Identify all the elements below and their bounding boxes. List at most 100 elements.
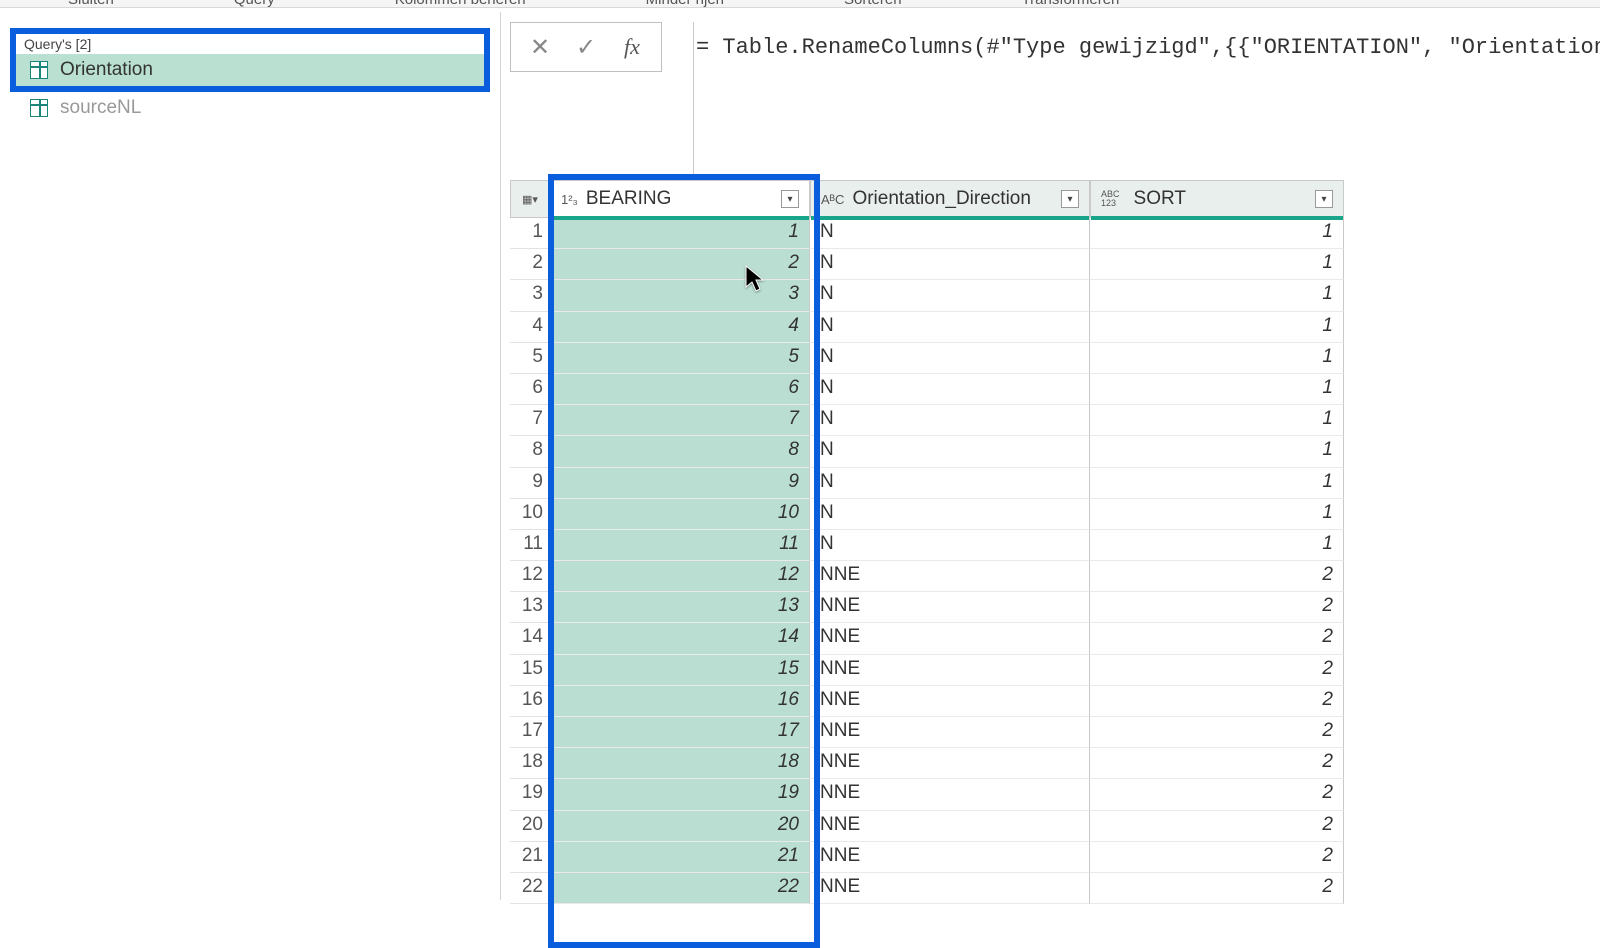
cell-bearing[interactable]: 15 (550, 655, 810, 686)
formula-text[interactable]: = Table.RenameColumns(#"Type gewijzigd",… (676, 35, 1600, 60)
cell-sort[interactable]: 1 (1090, 312, 1344, 343)
cell-orientation[interactable]: NNE (810, 842, 1090, 873)
cell-sort[interactable]: 2 (1090, 717, 1344, 748)
filter-dropdown-icon[interactable]: ▾ (781, 190, 799, 208)
cell-bearing[interactable]: 14 (550, 623, 810, 654)
cell-sort[interactable]: 2 (1090, 561, 1344, 592)
cell-orientation[interactable]: N (810, 343, 1090, 374)
cell-bearing[interactable]: 20 (550, 811, 810, 842)
cell-orientation[interactable]: N (810, 499, 1090, 530)
cell-sort[interactable]: 2 (1090, 655, 1344, 686)
cell-sort[interactable]: 1 (1090, 468, 1344, 499)
query-item-sourcenl[interactable]: sourceNL (10, 92, 490, 124)
table-row[interactable]: 11N1 (510, 218, 1596, 249)
table-row[interactable]: 22N1 (510, 249, 1596, 280)
table-row[interactable]: 1111N1 (510, 530, 1596, 561)
cell-sort[interactable]: 1 (1090, 218, 1344, 249)
cell-orientation[interactable]: NNE (810, 592, 1090, 623)
cell-sort[interactable]: 1 (1090, 280, 1344, 311)
cell-bearing[interactable]: 12 (550, 561, 810, 592)
table-row[interactable]: 77N1 (510, 405, 1596, 436)
cell-sort[interactable]: 1 (1090, 436, 1344, 467)
cell-orientation[interactable]: N (810, 405, 1090, 436)
cell-sort[interactable]: 2 (1090, 779, 1344, 810)
table-row[interactable]: 2020NNE2 (510, 811, 1596, 842)
table-row[interactable]: 33N1 (510, 280, 1596, 311)
cell-bearing[interactable]: 17 (550, 717, 810, 748)
table-row[interactable]: 1717NNE2 (510, 717, 1596, 748)
table-row[interactable]: 1919NNE2 (510, 779, 1596, 810)
cell-bearing[interactable]: 3 (550, 280, 810, 311)
cell-bearing[interactable]: 1 (550, 218, 810, 249)
cell-bearing[interactable]: 16 (550, 686, 810, 717)
cell-orientation[interactable]: N (810, 218, 1090, 249)
row-number-header[interactable]: ▦▾ (510, 180, 550, 218)
table-row[interactable]: 44N1 (510, 312, 1596, 343)
cell-bearing[interactable]: 8 (550, 436, 810, 467)
cell-orientation[interactable]: NNE (810, 748, 1090, 779)
cancel-formula-button[interactable]: ✕ (517, 26, 563, 68)
table-row[interactable]: 1818NNE2 (510, 748, 1596, 779)
cell-sort[interactable]: 2 (1090, 748, 1344, 779)
cell-sort[interactable]: 1 (1090, 405, 1344, 436)
cell-sort[interactable]: 2 (1090, 623, 1344, 654)
cell-bearing[interactable]: 9 (550, 468, 810, 499)
table-row[interactable]: 1010N1 (510, 499, 1596, 530)
filter-dropdown-icon[interactable]: ▾ (1061, 190, 1079, 208)
cell-orientation[interactable]: NNE (810, 811, 1090, 842)
cell-bearing[interactable]: 4 (550, 312, 810, 343)
cell-sort[interactable]: 2 (1090, 842, 1344, 873)
column-header-bearing[interactable]: 1²₃ BEARING ▾ (550, 180, 810, 218)
cell-bearing[interactable]: 7 (550, 405, 810, 436)
cell-orientation[interactable]: NNE (810, 779, 1090, 810)
table-row[interactable]: 99N1 (510, 468, 1596, 499)
cell-bearing[interactable]: 13 (550, 592, 810, 623)
cell-orientation[interactable]: N (810, 468, 1090, 499)
table-row[interactable]: 1616NNE2 (510, 686, 1596, 717)
cell-orientation[interactable]: NNE (810, 686, 1090, 717)
cell-sort[interactable]: 2 (1090, 873, 1344, 904)
cell-orientation[interactable]: NNE (810, 561, 1090, 592)
table-row[interactable]: 55N1 (510, 343, 1596, 374)
cell-orientation[interactable]: N (810, 530, 1090, 561)
table-row[interactable]: 1414NNE2 (510, 623, 1596, 654)
cell-orientation[interactable]: N (810, 312, 1090, 343)
table-row[interactable]: 2222NNE2 (510, 873, 1596, 904)
cell-bearing[interactable]: 11 (550, 530, 810, 561)
cell-sort[interactable]: 1 (1090, 499, 1344, 530)
table-row[interactable]: 1313NNE2 (510, 592, 1596, 623)
table-row[interactable]: 1212NNE2 (510, 561, 1596, 592)
table-row[interactable]: 88N1 (510, 436, 1596, 467)
table-row[interactable]: 2121NNE2 (510, 842, 1596, 873)
cell-orientation[interactable]: NNE (810, 623, 1090, 654)
cell-orientation[interactable]: NNE (810, 717, 1090, 748)
table-row[interactable]: 1515NNE2 (510, 655, 1596, 686)
cell-bearing[interactable]: 19 (550, 779, 810, 810)
cell-sort[interactable]: 1 (1090, 343, 1344, 374)
fx-icon[interactable]: fx (609, 26, 655, 68)
cell-bearing[interactable]: 6 (550, 374, 810, 405)
cell-sort[interactable]: 1 (1090, 249, 1344, 280)
cell-bearing[interactable]: 5 (550, 343, 810, 374)
commit-formula-button[interactable]: ✓ (563, 26, 609, 68)
cell-sort[interactable]: 2 (1090, 592, 1344, 623)
cell-bearing[interactable]: 22 (550, 873, 810, 904)
cell-sort[interactable]: 1 (1090, 530, 1344, 561)
cell-bearing[interactable]: 18 (550, 748, 810, 779)
filter-dropdown-icon[interactable]: ▾ (1315, 190, 1333, 208)
cell-orientation[interactable]: N (810, 436, 1090, 467)
cell-orientation[interactable]: N (810, 280, 1090, 311)
cell-sort[interactable]: 2 (1090, 686, 1344, 717)
cell-sort[interactable]: 1 (1090, 374, 1344, 405)
column-header-orientation[interactable]: AᴮC Orientation_Direction ▾ (810, 180, 1090, 218)
cell-orientation[interactable]: NNE (810, 655, 1090, 686)
column-header-sort[interactable]: ABC123 SORT ▾ (1090, 180, 1344, 218)
cell-bearing[interactable]: 21 (550, 842, 810, 873)
cell-orientation[interactable]: N (810, 374, 1090, 405)
cell-orientation[interactable]: N (810, 249, 1090, 280)
cell-orientation[interactable]: NNE (810, 873, 1090, 904)
cell-bearing[interactable]: 2 (550, 249, 810, 280)
table-row[interactable]: 66N1 (510, 374, 1596, 405)
cell-bearing[interactable]: 10 (550, 499, 810, 530)
query-item-orientation[interactable]: Orientation (16, 54, 484, 86)
